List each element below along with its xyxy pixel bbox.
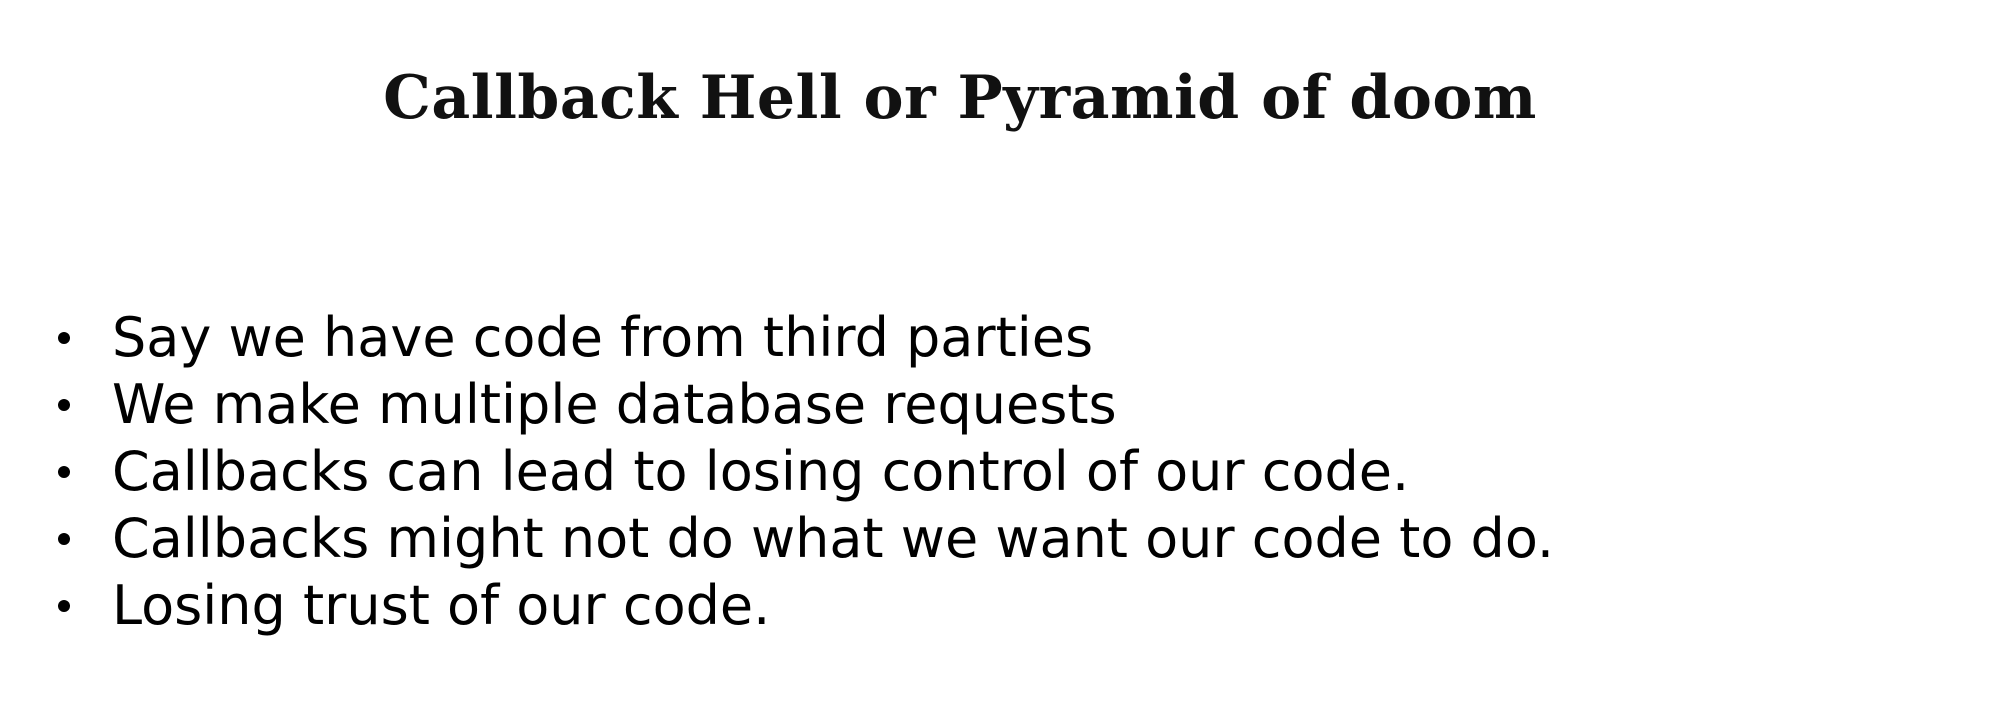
bullet-dot-icon — [58, 599, 70, 612]
slide-title: Callback Hell or Pyramid of doom — [383, 63, 1537, 133]
bullet-text: Callbacks might not do what we want our … — [112, 507, 1555, 570]
bullet-item: We make multiple database requests — [50, 371, 1554, 438]
bullet-item: Callbacks can lead to losing control of … — [50, 438, 1554, 505]
bullet-dot-icon — [58, 331, 70, 344]
bullet-text: We make multiple database requests — [112, 373, 1117, 436]
bullet-dot-icon — [58, 398, 70, 411]
bullet-dot-icon — [58, 532, 70, 545]
bullet-dot-icon — [58, 465, 70, 478]
bullet-text: Losing trust of our code. — [112, 574, 771, 637]
bullet-item: Say we have code from third parties — [50, 304, 1554, 371]
bullet-item: Losing trust of our code. — [50, 572, 1554, 639]
bullet-list: Say we have code from third parties We m… — [50, 304, 1554, 639]
bullet-text: Callbacks can lead to losing control of … — [112, 440, 1410, 503]
bullet-text: Say we have code from third parties — [112, 306, 1094, 369]
slide: Callback Hell or Pyramid of doom Say we … — [0, 0, 2012, 708]
bullet-item: Callbacks might not do what we want our … — [50, 505, 1554, 572]
